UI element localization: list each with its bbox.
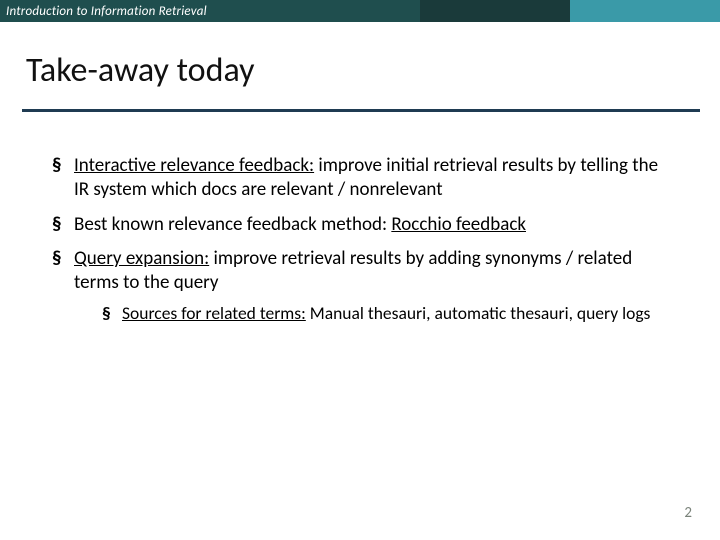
sub-bullet-rest: Manual thesauri, automatic thesauri, que… [306, 302, 651, 324]
bullet-lead: Query expansion: [74, 247, 209, 270]
header-accent-dark [420, 0, 570, 22]
slide-body: Interactive relevance feedback: improve … [0, 112, 720, 324]
sub-bullet-item: Sources for related terms: Manual thesau… [102, 302, 674, 324]
header-accent-teal [570, 0, 720, 22]
bullet-pre: Best known relevance feedback method: [74, 213, 391, 236]
course-title: Introduction to Information Retrieval [0, 0, 420, 22]
slide-title: Take-away today [26, 50, 700, 91]
bullet-item: Query expansion: improve retrieval resul… [52, 247, 674, 324]
bullet-item: Interactive relevance feedback: improve … [52, 154, 674, 203]
bullet-lead: Interactive relevance feedback: [74, 154, 314, 177]
page-number: 2 [684, 504, 692, 522]
sub-bullet-lead: Sources for related terms: [122, 302, 306, 324]
bullet-item: Best known relevance feedback method: Ro… [52, 213, 674, 237]
bullet-lead: Rocchio feedback [391, 213, 526, 236]
header-bar: Introduction to Information Retrieval [0, 0, 720, 22]
